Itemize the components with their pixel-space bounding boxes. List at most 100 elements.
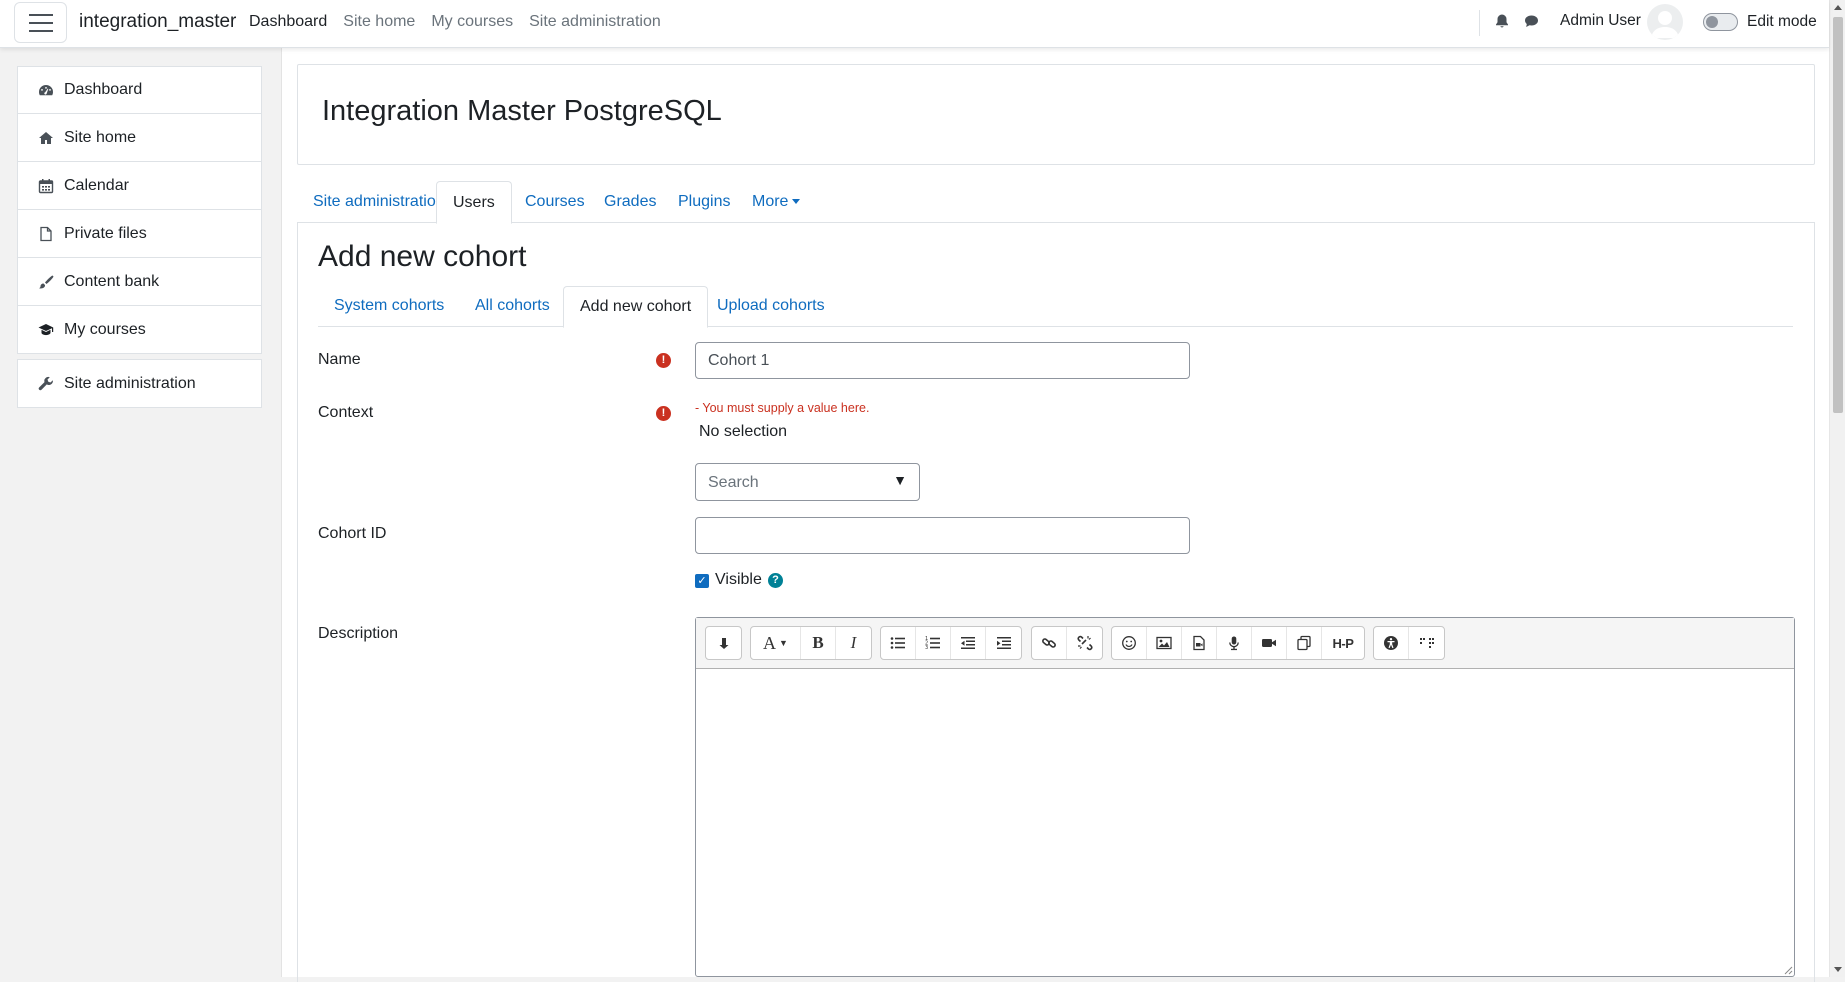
- name-input[interactable]: Cohort 1: [695, 342, 1190, 379]
- outdent-icon[interactable]: [951, 627, 986, 659]
- manage-files-icon[interactable]: [1287, 627, 1322, 659]
- record-audio-icon[interactable]: [1217, 627, 1252, 659]
- primary-nav-site-home[interactable]: Site home: [343, 13, 415, 31]
- chevron-down-icon: [792, 199, 801, 205]
- drawer-item-calendar[interactable]: Calendar: [17, 162, 262, 210]
- cohort-id-input[interactable]: [695, 517, 1190, 554]
- scroll-down-icon[interactable]: [1834, 967, 1842, 972]
- indent-icon[interactable]: [986, 627, 1021, 659]
- show-more-icon[interactable]: [706, 627, 741, 659]
- drawer-item-dashboard[interactable]: Dashboard: [17, 66, 262, 114]
- description-editor: A ▼ B I 123 H-P: [695, 617, 1795, 977]
- site-heading: Integration Master PostgreSQL: [322, 95, 722, 127]
- chat-icon[interactable]: [1523, 13, 1541, 31]
- drawer-item-my-courses[interactable]: My courses: [17, 306, 262, 354]
- bold-icon[interactable]: B: [801, 627, 836, 659]
- link-icon[interactable]: [1032, 627, 1067, 659]
- accessibility-checker-icon[interactable]: [1374, 627, 1409, 659]
- top-navbar: integration_master Dashboard Site home M…: [0, 0, 1829, 48]
- name-label: Name: [318, 351, 361, 368]
- tab-plugins[interactable]: Plugins: [662, 181, 746, 223]
- toolbar-group-2: A ▼ B I: [750, 626, 872, 660]
- toolbar-group-5: H-P: [1111, 626, 1365, 660]
- required-icon: !: [656, 406, 671, 421]
- wrench-icon: [38, 376, 54, 392]
- drawer-item-label: Dashboard: [64, 81, 143, 98]
- drawer-item-site-home[interactable]: Site home: [17, 114, 262, 162]
- drawer-item-label: Site home: [64, 128, 137, 146]
- edit-mode-toggle[interactable]: [1703, 13, 1738, 31]
- navbar-divider: [1479, 10, 1480, 36]
- emoji-icon[interactable]: [1112, 627, 1147, 659]
- resize-handle-icon[interactable]: [1783, 965, 1793, 975]
- brush-icon: [38, 274, 54, 290]
- visible-checkbox[interactable]: ✓: [695, 574, 709, 588]
- tab-all-cohorts[interactable]: All cohorts: [459, 286, 566, 327]
- toolbar-group-1: [705, 626, 742, 660]
- dashboard-icon: [38, 82, 54, 98]
- tab-users[interactable]: Users: [436, 181, 512, 224]
- menu-icon[interactable]: [14, 2, 67, 43]
- h5p-icon[interactable]: H-P: [1322, 627, 1364, 659]
- context-search-select[interactable]: Search ▼: [695, 463, 920, 501]
- ordered-list-icon[interactable]: 123: [916, 627, 951, 659]
- graduation-cap-icon: [38, 322, 54, 338]
- drawer-item-label: Site administration: [64, 374, 196, 392]
- description-label: Description: [318, 625, 399, 642]
- course-index-drawer: Dashboard Site home Calendar Private fil…: [0, 48, 282, 977]
- context-error: - You must supply a value here.: [695, 401, 870, 415]
- primary-nav-my-courses[interactable]: My courses: [431, 13, 513, 31]
- context-selection: No selection: [699, 423, 788, 440]
- tab-system-cohorts[interactable]: System cohorts: [318, 286, 460, 327]
- page-header: Integration Master PostgreSQL: [297, 64, 1815, 165]
- cohort-tabs: System cohorts All cohorts Add new cohor…: [318, 286, 1793, 328]
- user-name[interactable]: Admin User: [1560, 12, 1641, 30]
- visible-label[interactable]: Visible: [715, 571, 762, 589]
- italic-icon[interactable]: I: [836, 627, 871, 659]
- drawer-item-content-bank[interactable]: Content bank: [17, 258, 262, 306]
- tab-courses[interactable]: Courses: [509, 181, 601, 223]
- primary-nav-site-administration[interactable]: Site administration: [529, 13, 661, 31]
- home-icon: [38, 130, 54, 146]
- tab-grades[interactable]: Grades: [588, 181, 672, 223]
- page-title: Add new cohort: [318, 240, 527, 273]
- edit-mode-label: Edit mode: [1747, 13, 1817, 30]
- site-name[interactable]: integration_master: [79, 11, 236, 33]
- calendar-icon: [38, 178, 54, 194]
- toolbar-group-6: [1373, 626, 1445, 660]
- tab-add-new-cohort[interactable]: Add new cohort: [563, 286, 709, 328]
- file-icon: [38, 226, 54, 242]
- secondary-navigation: Site administration Users Courses Grades…: [297, 181, 1815, 224]
- font-style-icon[interactable]: A ▼: [751, 627, 801, 659]
- screenreader-helper-icon[interactable]: [1409, 627, 1444, 659]
- toolbar-group-3: 123: [880, 626, 1022, 660]
- dropdown-arrow-icon: ▼: [893, 472, 907, 488]
- drawer-list: Dashboard Site home Calendar Private fil…: [17, 66, 262, 408]
- unlink-icon[interactable]: [1067, 627, 1102, 659]
- primary-navigation: Dashboard Site home My courses Site admi…: [249, 0, 677, 44]
- more-label: More: [752, 193, 789, 210]
- svg-text:3: 3: [925, 645, 928, 651]
- drawer-item-label: Private files: [64, 224, 147, 242]
- tab-upload-cohorts[interactable]: Upload cohorts: [701, 286, 841, 327]
- page-scrollbar[interactable]: [1829, 0, 1845, 977]
- bell-icon[interactable]: [1494, 13, 1512, 31]
- avatar[interactable]: [1647, 4, 1683, 40]
- toolbar-group-4: [1031, 626, 1103, 660]
- required-icon: !: [656, 353, 671, 368]
- drawer-item-private-files[interactable]: Private files: [17, 210, 262, 258]
- primary-nav-dashboard[interactable]: Dashboard: [249, 13, 327, 31]
- scroll-thumb[interactable]: [1833, 17, 1843, 413]
- tab-more[interactable]: More: [736, 181, 816, 223]
- unordered-list-icon[interactable]: [881, 627, 916, 659]
- drawer-item-label: Content bank: [64, 272, 160, 290]
- record-video-icon[interactable]: [1252, 627, 1287, 659]
- help-icon[interactable]: ?: [768, 573, 783, 588]
- editor-toolbar: A ▼ B I 123 H-P: [696, 618, 1794, 669]
- media-icon[interactable]: [1182, 627, 1217, 659]
- scroll-up-icon[interactable]: [1834, 5, 1842, 10]
- drawer-item-label: Calendar: [64, 176, 129, 194]
- context-label: Context: [318, 404, 374, 421]
- drawer-item-site-administration[interactable]: Site administration: [17, 359, 262, 408]
- image-icon[interactable]: [1147, 627, 1182, 659]
